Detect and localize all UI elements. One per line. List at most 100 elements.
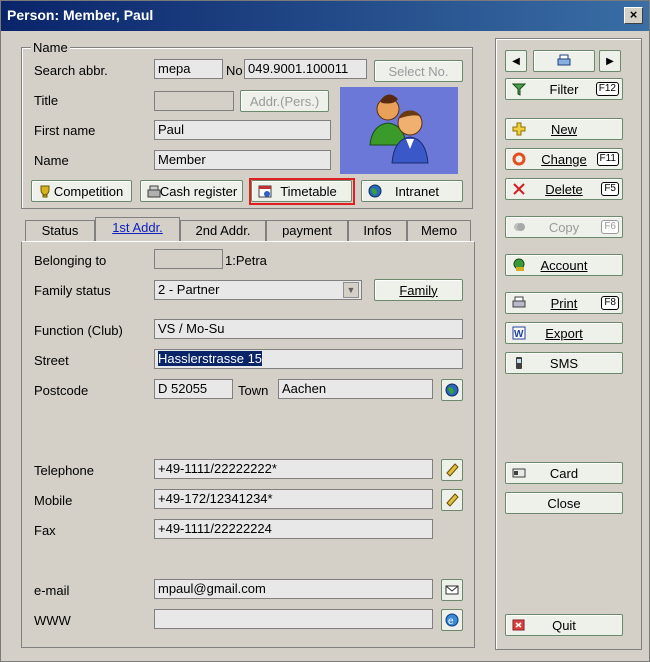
svg-text:W: W xyxy=(514,329,524,340)
export-button[interactable]: W Export xyxy=(505,322,623,344)
select-no-button[interactable]: Select No. xyxy=(374,60,463,82)
tab-payment[interactable]: payment xyxy=(266,220,348,242)
filter-key: F12 xyxy=(595,82,619,96)
person-window: Person: Member, Paul × Name Search abbr.… xyxy=(0,0,650,662)
printer-icon xyxy=(512,296,526,308)
close-button[interactable]: Close xyxy=(505,492,623,514)
tab-memo[interactable]: Memo xyxy=(407,220,471,242)
close-label: Close xyxy=(547,495,581,511)
mobile-label: Mobile xyxy=(34,493,73,508)
quit-label: Quit xyxy=(552,617,576,633)
postcode-label: Postcode xyxy=(34,383,89,398)
telephone-label: Telephone xyxy=(34,463,94,478)
exit-icon xyxy=(512,619,525,631)
competition-label: Competition xyxy=(53,183,124,199)
card-button[interactable]: Card xyxy=(505,462,623,484)
timetable-highlight xyxy=(249,178,355,205)
tab-2nd-addr[interactable]: 2nd Addr. xyxy=(180,220,266,242)
copy-key: F6 xyxy=(601,220,619,234)
chevron-down-icon[interactable]: ▼ xyxy=(343,282,359,298)
open-website-button[interactable]: e xyxy=(441,609,463,631)
tab-1st-addr-label: 1st Addr. xyxy=(112,220,163,235)
cash-register-label: Cash register xyxy=(159,183,238,199)
close-icon[interactable]: × xyxy=(624,7,643,24)
quit-button[interactable]: Quit xyxy=(505,614,623,636)
addr-pers-button[interactable]: Addr.(Pers.) xyxy=(240,90,329,112)
svg-text:e: e xyxy=(448,616,454,627)
phone-icon xyxy=(446,493,459,507)
plus-icon xyxy=(512,122,526,136)
account-button[interactable]: Account xyxy=(505,254,623,276)
email-label: e-mail xyxy=(34,583,70,598)
title-field[interactable] xyxy=(154,91,234,111)
no-label: No xyxy=(226,63,243,78)
fax-field[interactable]: +49-1111/22222224 xyxy=(154,519,433,539)
family-status-value: 2 - Partner xyxy=(158,282,220,297)
telephone-field[interactable]: +49-1111/22222222* xyxy=(154,459,433,479)
globe-icon xyxy=(368,184,382,198)
globe-icon xyxy=(445,383,459,397)
export-label: Export xyxy=(545,325,583,341)
dial-telephone-button[interactable] xyxy=(441,459,463,481)
belonging-field[interactable] xyxy=(154,249,223,269)
competition-button[interactable]: Competition xyxy=(31,180,132,202)
delete-label: Delete xyxy=(545,181,583,197)
select-no-label: Select No. xyxy=(388,63,449,79)
family-status-select[interactable]: 2 - Partner xyxy=(154,280,362,300)
www-label: WWW xyxy=(34,613,71,628)
street-label: Street xyxy=(34,353,69,368)
delete-button[interactable]: Delete F5 xyxy=(505,178,623,200)
family-button[interactable]: Family xyxy=(374,279,463,301)
first-name-field[interactable]: Paul xyxy=(154,120,331,140)
window-title: Person: Member, Paul xyxy=(7,7,154,23)
cash-register-button[interactable]: Cash register xyxy=(140,180,243,202)
print-button[interactable]: Print F8 xyxy=(505,292,623,314)
sms-button[interactable]: SMS xyxy=(505,352,623,374)
search-abbr-field[interactable]: mepa xyxy=(154,59,223,79)
tab-1st-addr[interactable]: 1st Addr. xyxy=(95,217,180,241)
filter-icon xyxy=(512,83,526,96)
function-label: Function (Club) xyxy=(34,323,123,338)
trophy-icon xyxy=(40,185,50,198)
change-label: Change xyxy=(541,151,587,167)
envelope-icon xyxy=(445,585,459,595)
intranet-button[interactable]: Intranet xyxy=(361,180,463,202)
name-field[interactable]: Member xyxy=(154,150,331,170)
new-button[interactable]: New xyxy=(505,118,623,140)
copy-icon xyxy=(514,223,525,231)
town-field[interactable]: Aachen xyxy=(278,379,433,399)
next-record-button[interactable]: ▶ xyxy=(599,50,621,72)
printer-icon xyxy=(557,54,571,66)
change-key: F11 xyxy=(596,152,619,166)
postcode-field[interactable]: D 52055 xyxy=(154,379,233,399)
search-abbr-label: Search abbr. xyxy=(34,63,108,78)
filter-button[interactable]: Filter F12 xyxy=(505,78,623,100)
sms-label: SMS xyxy=(549,355,579,371)
member-number-field[interactable]: 049.9001.100011 xyxy=(244,59,367,79)
street-field[interactable]: Hasslerstrasse 15 xyxy=(154,349,463,369)
arrow-right-icon: ▶ xyxy=(606,55,614,67)
previous-record-button[interactable]: ◀ xyxy=(505,50,527,72)
dial-mobile-button[interactable] xyxy=(441,489,463,511)
function-field[interactable]: VS / Mo-Su xyxy=(154,319,463,339)
print-preview-button[interactable] xyxy=(533,50,595,72)
copy-button[interactable]: Copy F6 xyxy=(505,216,623,238)
browser-icon: e xyxy=(445,613,459,627)
send-email-button[interactable] xyxy=(441,579,463,601)
map-globe-button[interactable] xyxy=(441,379,463,401)
account-label: Account xyxy=(540,257,588,273)
mobile-field[interactable]: +49-172/12341234* xyxy=(154,489,433,509)
www-field[interactable] xyxy=(154,609,433,629)
print-label: Print xyxy=(550,295,578,311)
card-label: Card xyxy=(549,465,579,481)
fax-label: Fax xyxy=(34,523,56,538)
email-field[interactable]: mpaul@gmail.com xyxy=(154,579,433,599)
addr-pers-label: Addr.(Pers.) xyxy=(249,93,320,109)
tab-status[interactable]: Status xyxy=(25,220,95,242)
tab-infos[interactable]: Infos xyxy=(348,220,407,242)
delete-key: F5 xyxy=(601,182,619,196)
delete-icon xyxy=(513,183,525,195)
person-photo xyxy=(340,87,458,174)
intranet-label: Intranet xyxy=(394,183,440,199)
change-button[interactable]: Change F11 xyxy=(505,148,623,170)
